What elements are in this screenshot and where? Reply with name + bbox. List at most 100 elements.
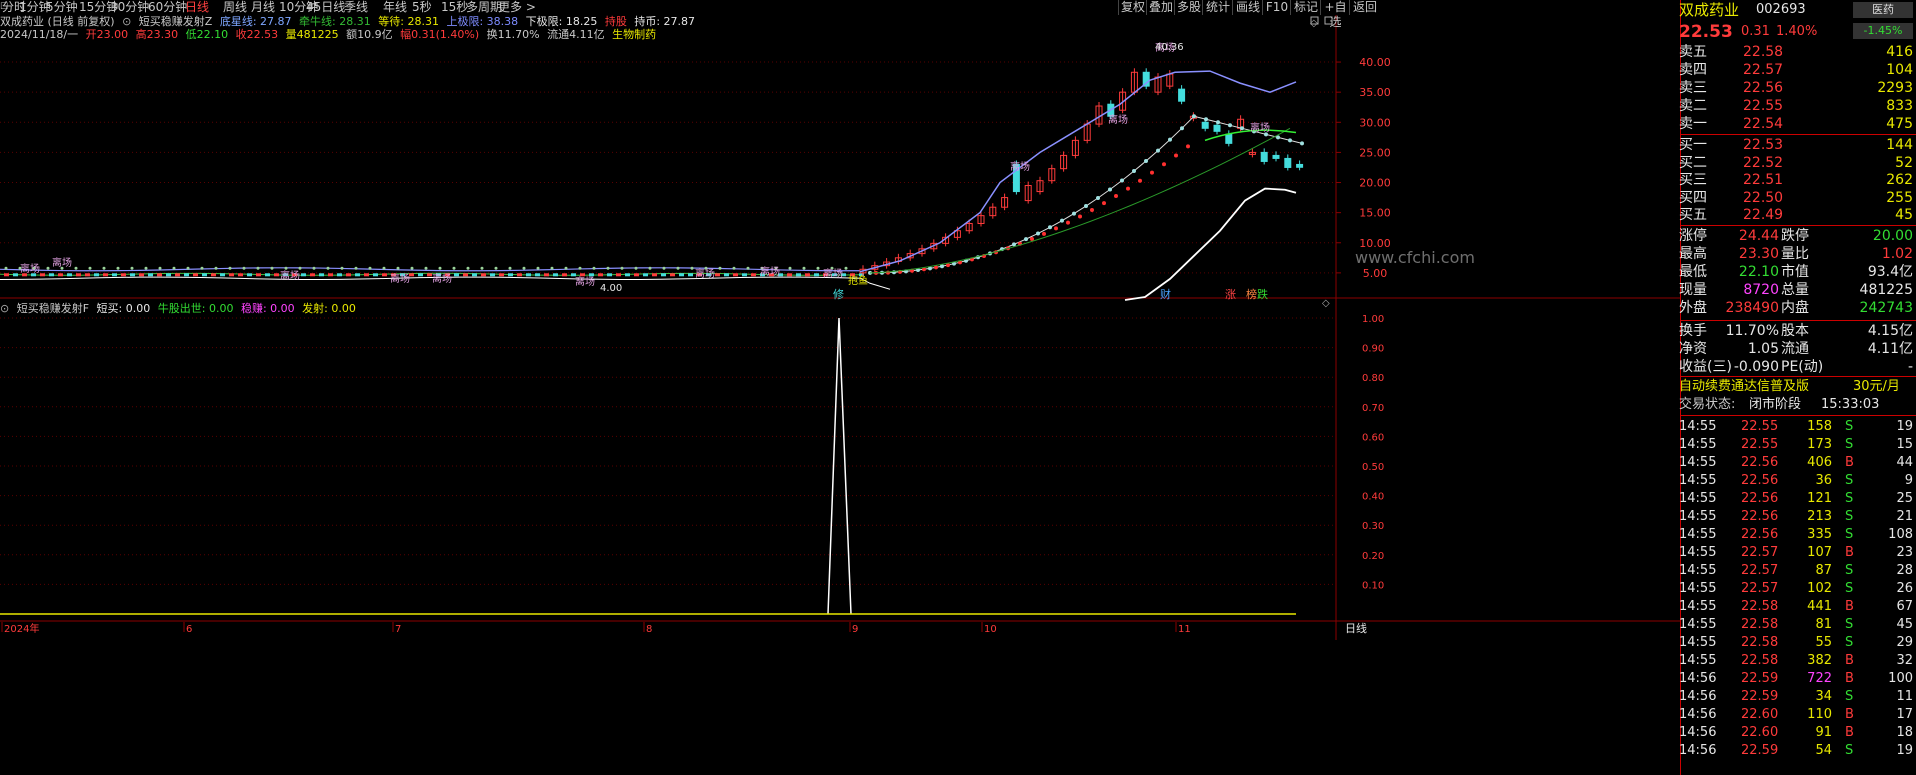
toolbar-button[interactable]: 多股 bbox=[1174, 0, 1203, 15]
base-dot bbox=[578, 266, 582, 270]
tick-row[interactable]: 14:55 22.56 406 B 44 bbox=[1679, 454, 1916, 472]
period-tab[interactable]: 60分钟 bbox=[148, 0, 187, 15]
stock-app: 40.00 35.00 30.00 25.00 20.00 15.00 10.00 5.00 1… bbox=[0, 0, 1916, 775]
period-tab[interactable]: 30分钟 bbox=[110, 0, 149, 15]
base-candle bbox=[742, 273, 747, 277]
toolbar-button[interactable]: +自选 bbox=[1320, 0, 1350, 29]
price-chart[interactable]: 40.0035.0030.0025.0020.0015.0010.005.001… bbox=[0, 0, 1680, 775]
period-tab[interactable]: 多周期 bbox=[466, 0, 502, 15]
sub-indicator-name[interactable]: 短买稳赚发射F bbox=[17, 302, 89, 315]
tick-volume: 91 bbox=[1815, 725, 1832, 740]
tick-row[interactable]: 14:56 22.59 34 S 11 bbox=[1679, 688, 1916, 706]
indicator-tick-label: 0.20 bbox=[1362, 551, 1384, 562]
toolbar-button[interactable]: 标记 bbox=[1290, 0, 1321, 15]
tick-row[interactable]: 14:55 22.57 107 B 23 bbox=[1679, 544, 1916, 562]
upper-band-line bbox=[0, 267, 861, 272]
tick-row[interactable]: 14:55 22.58 55 S 29 bbox=[1679, 634, 1916, 652]
tick-row[interactable]: 14:56 22.59 54 S 19 bbox=[1679, 742, 1916, 760]
period-tab[interactable]: 更多 > bbox=[498, 0, 536, 15]
candle-body bbox=[1178, 88, 1186, 102]
tick-row[interactable]: 14:55 22.57 102 S 26 bbox=[1679, 580, 1916, 598]
ask-price: 22.57 bbox=[1743, 62, 1784, 78]
toolbar-button[interactable]: 画线 bbox=[1232, 0, 1263, 15]
tick-side: S bbox=[1845, 617, 1854, 632]
bull-dot bbox=[1216, 120, 1220, 125]
tick-volume: 102 bbox=[1807, 581, 1832, 596]
period-tab[interactable]: 月线 bbox=[251, 0, 275, 15]
period-tab[interactable]: 季线 bbox=[344, 0, 368, 15]
tick-row[interactable]: 14:55 22.58 382 B 32 bbox=[1679, 652, 1916, 670]
tick-time: 14:55 bbox=[1679, 509, 1717, 524]
ad-price[interactable]: 30元/月 bbox=[1853, 378, 1900, 396]
tick-row[interactable]: 14:55 22.56 36 S 9 bbox=[1679, 472, 1916, 490]
base-dot bbox=[270, 266, 274, 270]
toolbar-button[interactable]: 返回 bbox=[1349, 0, 1380, 15]
base-candle bbox=[103, 273, 108, 277]
stat-value: 23.30 bbox=[1738, 246, 1779, 262]
tick-side: B bbox=[1845, 653, 1854, 668]
base-dot bbox=[200, 266, 204, 270]
period-tab[interactable]: 15秒 bbox=[441, 0, 468, 15]
period-label: 日线 bbox=[1345, 621, 1367, 635]
base-candle bbox=[238, 273, 243, 277]
tick-row[interactable]: 14:56 22.60 91 B 18 bbox=[1679, 724, 1916, 742]
tick-row[interactable]: 14:55 22.55 173 S 15 bbox=[1679, 436, 1916, 454]
base-candle bbox=[13, 273, 18, 277]
tick-row[interactable]: 14:55 22.58 81 S 45 bbox=[1679, 616, 1916, 634]
settings-icon[interactable]: ⊙ bbox=[0, 302, 9, 315]
tick-time: 14:55 bbox=[1679, 545, 1717, 560]
base-dot bbox=[634, 266, 638, 270]
base-candle bbox=[139, 273, 144, 277]
tick-row[interactable]: 14:55 22.56 121 S 25 bbox=[1679, 490, 1916, 508]
window-icon[interactable]: ☐ bbox=[0, 0, 8, 15]
stat-row: 现量 8720 总量 481225 bbox=[1679, 281, 1916, 299]
base-candle bbox=[157, 273, 162, 277]
tick-row[interactable]: 14:55 22.56 335 S 108 bbox=[1679, 526, 1916, 544]
toolbar-button[interactable]: 统计 bbox=[1202, 0, 1233, 15]
tick-count: 28 bbox=[1896, 563, 1913, 578]
stat-value: 24.44 bbox=[1738, 228, 1779, 244]
bull-dot bbox=[1156, 148, 1160, 153]
period-tab[interactable]: 45日线 bbox=[306, 0, 345, 15]
bid-volume: 45 bbox=[1895, 207, 1913, 223]
tick-time: 14:56 bbox=[1679, 725, 1717, 740]
period-tab[interactable]: 5分钟 bbox=[46, 0, 78, 15]
base-dot bbox=[144, 266, 148, 270]
toolbar-button[interactable]: 叠加 bbox=[1146, 0, 1175, 15]
red-dot bbox=[886, 270, 890, 275]
stat-value: 1.02 bbox=[1881, 246, 1913, 262]
bid-label: 买四 bbox=[1679, 189, 1707, 206]
base-candle bbox=[724, 273, 729, 277]
bid-price: 22.53 bbox=[1743, 137, 1784, 153]
ask-volume: 416 bbox=[1886, 44, 1913, 60]
base-candle bbox=[202, 273, 207, 277]
tick-price: 22.56 bbox=[1741, 491, 1779, 506]
toolbar-button[interactable]: 复权 bbox=[1118, 0, 1147, 15]
base-candle bbox=[580, 273, 585, 277]
lower-limit-line bbox=[1124, 187, 1297, 301]
tick-count: 15 bbox=[1896, 437, 1913, 452]
open-value: 开23.00 bbox=[85, 28, 129, 41]
bull-dot bbox=[1228, 123, 1232, 128]
period-tab[interactable]: 周线 bbox=[223, 0, 247, 15]
tick-row[interactable]: 14:56 22.60 110 B 17 bbox=[1679, 706, 1916, 724]
current-price: 22.53 bbox=[1679, 22, 1733, 42]
tick-row[interactable]: 14:56 22.59 722 B 100 bbox=[1679, 670, 1916, 688]
period-tab[interactable]: 5秒 bbox=[412, 0, 432, 15]
tick-count: 26 bbox=[1896, 581, 1913, 596]
tick-time: 14:55 bbox=[1679, 455, 1717, 470]
ad-text[interactable]: 自动续费通达信普及版 bbox=[1679, 378, 1809, 396]
sector-badge[interactable]: 医药 bbox=[1853, 2, 1913, 18]
turnover-value: 换11.70% bbox=[486, 28, 540, 41]
stat-value: 4.11亿 bbox=[1867, 341, 1913, 357]
tick-row[interactable]: 14:55 22.55 158 S 19 bbox=[1679, 418, 1916, 436]
tick-time: 14:55 bbox=[1679, 617, 1717, 632]
period-tab[interactable]: 日线 bbox=[185, 0, 209, 15]
toolbar-button[interactable]: F10 bbox=[1262, 0, 1291, 15]
tick-row[interactable]: 14:55 22.57 87 S 28 bbox=[1679, 562, 1916, 580]
period-tab[interactable]: 年线 bbox=[383, 0, 407, 15]
tick-row[interactable]: 14:55 22.56 213 S 21 bbox=[1679, 508, 1916, 526]
tick-row[interactable]: 14:55 22.58 441 B 67 bbox=[1679, 598, 1916, 616]
bull-dot bbox=[1168, 137, 1172, 142]
bid-volume: 262 bbox=[1886, 172, 1913, 188]
